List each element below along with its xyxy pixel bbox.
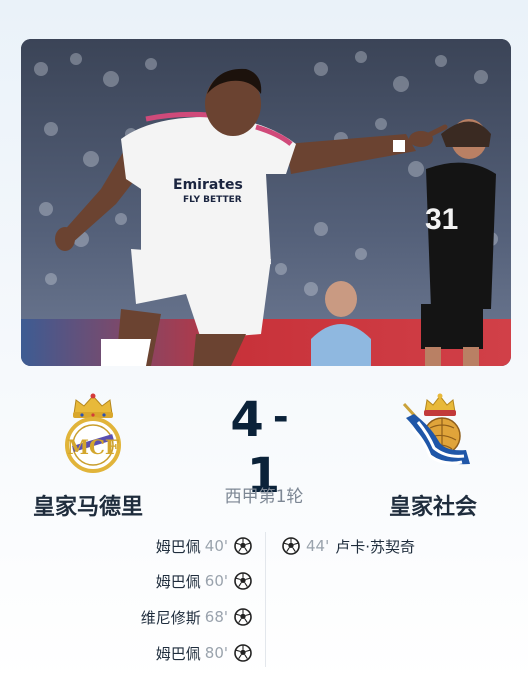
goal-minute: 60' xyxy=(204,572,228,590)
soccer-ball-icon xyxy=(234,608,252,626)
soccer-ball-icon xyxy=(282,537,300,555)
opponent-jersey-number: 31 xyxy=(425,203,458,236)
jersey-sponsor-text: Emirates xyxy=(173,177,243,193)
home-goal-event: 维尼修斯 68' xyxy=(141,605,252,629)
goal-scorer: 姆巴佩 xyxy=(155,537,201,556)
goal-minute: 80' xyxy=(204,644,228,662)
soccer-ball-icon xyxy=(234,572,252,590)
events-divider xyxy=(265,532,266,667)
away-goal-event: 44' 卢卡·苏契奇 xyxy=(282,534,415,558)
svg-text:MCF: MCF xyxy=(67,435,119,459)
goal-minute: 40' xyxy=(204,537,228,555)
home-score: 4 xyxy=(230,392,265,448)
competition-round: 西甲第1轮 xyxy=(224,487,304,507)
soccer-ball-icon xyxy=(234,644,252,662)
home-goal-event: 姆巴佩 60' xyxy=(156,569,252,593)
goal-scorer: 姆巴佩 xyxy=(155,572,201,591)
home-team-name[interactable]: 皇家马德里 xyxy=(33,489,143,521)
goal-minute: 44' xyxy=(306,537,330,555)
match-photo: 31 Emirates FLY BETTER xyxy=(21,39,511,366)
score-separator: - xyxy=(272,395,290,439)
home-goal-event: 姆巴佩 40' xyxy=(156,534,252,558)
away-team-name[interactable]: 皇家社会 xyxy=(389,489,477,521)
goal-scorer: 维尼修斯 xyxy=(140,608,201,627)
jersey-sponsor-slogan: FLY BETTER xyxy=(183,195,242,205)
goal-scorer: 卢卡·苏契奇 xyxy=(335,537,415,556)
goal-minute: 68' xyxy=(204,608,228,626)
match-card[interactable]: 31 Emirates FLY BETTER MCF 皇家马德里 皇家社会 4 … xyxy=(0,0,528,682)
home-team-crest-icon: MCF xyxy=(62,392,124,474)
away-team-crest-icon xyxy=(400,392,474,474)
goal-scorer: 姆巴佩 xyxy=(155,644,201,663)
home-goal-event: 姆巴佩 80' xyxy=(156,641,252,665)
soccer-ball-icon xyxy=(234,537,252,555)
